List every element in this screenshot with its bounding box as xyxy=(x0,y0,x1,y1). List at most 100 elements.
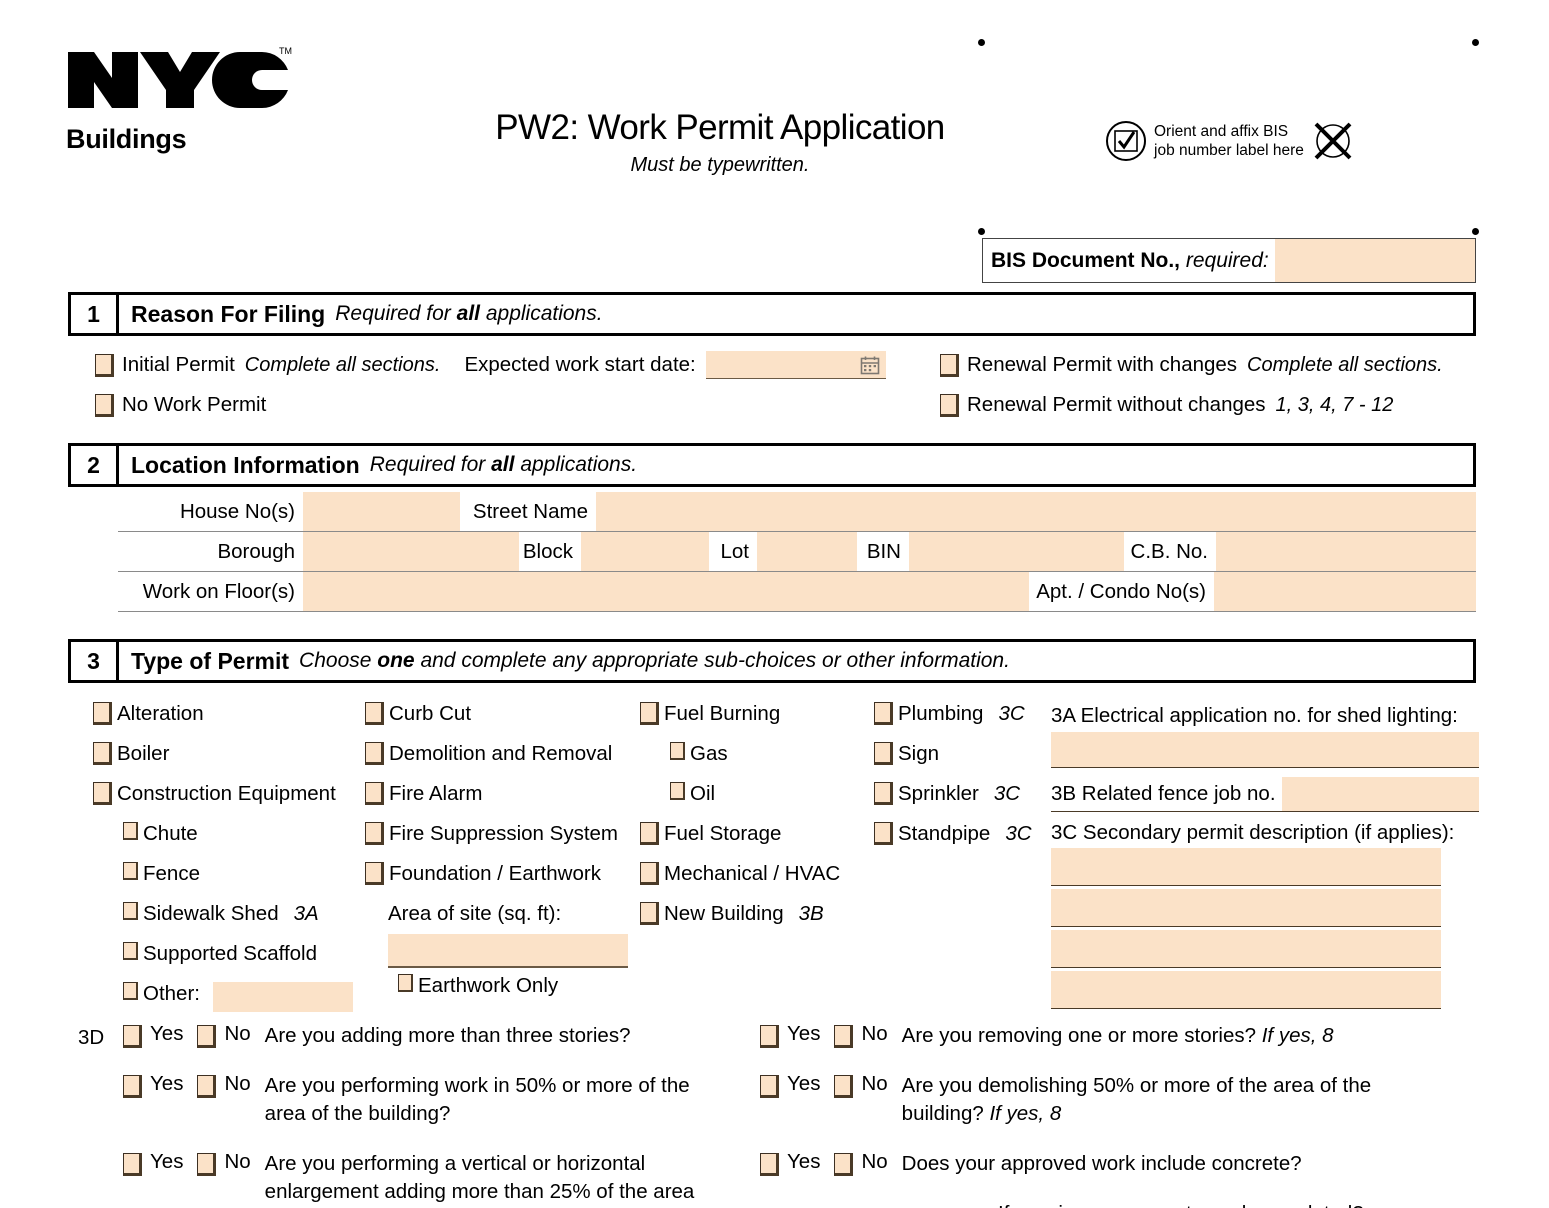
input-area-of-site[interactable] xyxy=(388,934,628,968)
area-of-site-block: Area of site (sq. ft): Earthwork Only xyxy=(388,896,628,1014)
label-curb-cut: Curb Cut xyxy=(389,702,472,725)
input-block[interactable] xyxy=(581,532,709,571)
checkbox-no-left-2[interactable] xyxy=(197,1075,217,1098)
checkbox-initial-permit[interactable] xyxy=(95,353,114,377)
code-sprinkler: 3C xyxy=(993,782,1021,805)
answer-yes-left-1: Yes xyxy=(123,1022,183,1048)
checkbox-yes-left-3[interactable] xyxy=(123,1153,142,1176)
input-3c-line-1[interactable] xyxy=(1051,848,1441,886)
input-3c-line-4[interactable] xyxy=(1051,971,1441,1009)
checkbox-yes-left-1[interactable] xyxy=(123,1025,142,1048)
input-3c-line-2[interactable] xyxy=(1051,889,1441,927)
input-3a-electrical-application-no[interactable] xyxy=(1051,732,1479,768)
checkbox-sidewalk-shed[interactable] xyxy=(123,902,138,920)
label-chute: Chute xyxy=(143,822,198,845)
input-cb-no[interactable] xyxy=(1216,532,1476,571)
checkbox-earthwork-only[interactable] xyxy=(398,974,413,992)
checkbox-standpipe[interactable] xyxy=(874,822,893,845)
input-work-on-floors[interactable] xyxy=(303,572,1029,611)
checkbox-sprinkler[interactable] xyxy=(874,782,893,805)
permit-column-4: Plumbing 3C Sign Sprinkler 3C Standpipe 3C xyxy=(874,702,1032,862)
section-3-title-row: Type of Permit Choose one and complete a… xyxy=(119,642,1010,680)
label-yes: Yes xyxy=(150,1150,184,1173)
code-sidewalk-shed: 3A xyxy=(293,902,319,925)
checkbox-foundation-earthwork[interactable] xyxy=(365,862,384,885)
input-borough[interactable] xyxy=(303,532,519,571)
label-work-on-floors: Work on Floor(s) xyxy=(142,579,295,603)
question-note: If yes, 8 xyxy=(1256,1024,1334,1047)
label-sprinkler: Sprinkler xyxy=(898,782,979,805)
checkbox-supported-scaffold[interactable] xyxy=(123,942,138,960)
no-work-permit-row: No Work Permit xyxy=(95,385,886,425)
answer-no-left-2: No xyxy=(197,1072,251,1098)
checkbox-demolition-and-removal[interactable] xyxy=(365,742,384,765)
input-apt-condo-no[interactable] xyxy=(1214,572,1476,611)
input-permit-other[interactable] xyxy=(212,982,353,1012)
section-1-number: 1 xyxy=(71,295,119,333)
label-no: No xyxy=(224,1022,251,1045)
checkbox-renewal-without-changes[interactable] xyxy=(940,393,959,417)
label-supported-scaffold: Supported Scaffold xyxy=(143,942,317,965)
question-note: If yes, 8 xyxy=(983,1102,1062,1125)
question-row-right-2: Yes No Are you demolishing 50% or more of … xyxy=(760,1072,1520,1128)
input-bin[interactable] xyxy=(909,532,1124,571)
permit-option-fence: Fence xyxy=(93,862,353,902)
bis-document-no-input[interactable] xyxy=(1274,239,1475,282)
checkbox-chute[interactable] xyxy=(123,822,138,840)
checkbox-new-building[interactable] xyxy=(640,902,659,925)
checkbox-yes-right-1[interactable] xyxy=(760,1025,779,1048)
input-house-no[interactable] xyxy=(303,492,460,531)
input-expected-start-date[interactable] xyxy=(705,351,886,380)
checkbox-fuel-storage[interactable] xyxy=(640,822,659,845)
checkbox-no-work-permit[interactable] xyxy=(95,393,114,417)
label-lot: Lot xyxy=(720,539,750,563)
label-alteration: Alteration xyxy=(117,702,204,725)
question-row-left-2: Yes No Are you performing work in 50% or m… xyxy=(123,1072,738,1128)
checkbox-no-left-3[interactable] xyxy=(197,1153,217,1176)
label-new-building: New Building xyxy=(664,902,784,925)
question-row-right-1: Yes No Are you removing one or more storie… xyxy=(760,1022,1520,1050)
input-3c-line-3[interactable] xyxy=(1051,930,1441,968)
permit-option-plumbing: Plumbing 3C xyxy=(874,702,1032,742)
concrete-followup-text: If yes, is your concrete work completed? xyxy=(950,1200,1520,1208)
input-3b-related-fence-job-no[interactable] xyxy=(1281,777,1479,811)
note-renewal-with-changes: Complete all sections. xyxy=(1247,353,1443,376)
checkbox-boiler[interactable] xyxy=(93,742,112,765)
question-text-right-3: Does your approved work include concrete… xyxy=(901,1152,1302,1175)
input-street-name[interactable] xyxy=(596,492,1476,531)
questions-right-group: Yes No Are you removing one or more storie… xyxy=(760,1022,1520,1208)
checkbox-fire-suppression-system[interactable] xyxy=(365,822,384,845)
checkbox-mechanical-hvac[interactable] xyxy=(640,862,659,885)
checkbox-no-right-2[interactable] xyxy=(834,1075,854,1098)
questions-left-group: 3D Yes No Are you adding more than three s… xyxy=(78,1022,738,1208)
code-standpipe: 3C xyxy=(1005,822,1032,845)
input-lot[interactable] xyxy=(757,532,857,571)
checkbox-renewal-with-changes[interactable] xyxy=(940,353,959,377)
checkbox-fire-alarm[interactable] xyxy=(365,782,384,805)
checkbox-no-left-1[interactable] xyxy=(197,1025,217,1048)
checkbox-oil[interactable] xyxy=(670,782,685,800)
label-borough: Borough xyxy=(217,539,295,563)
checkbox-fuel-burning[interactable] xyxy=(640,702,659,725)
checkbox-plumbing[interactable] xyxy=(874,702,893,725)
label-other: Other: xyxy=(143,982,200,1005)
initial-permit-row: Initial Permit Complete all sections. Ex… xyxy=(95,345,886,385)
checkbox-yes-right-2[interactable] xyxy=(760,1075,779,1098)
calendar-icon[interactable] xyxy=(860,355,880,380)
checkbox-sign[interactable] xyxy=(874,742,893,765)
question-row-right-3: Yes No Does your approved work include con… xyxy=(760,1150,1520,1178)
checkbox-no-right-3[interactable] xyxy=(834,1153,854,1176)
label-no: No xyxy=(861,1022,888,1045)
checkbox-yes-right-3[interactable] xyxy=(760,1153,779,1176)
checkbox-curb-cut[interactable] xyxy=(365,702,384,725)
checkbox-other[interactable] xyxy=(123,982,138,1000)
checkbox-alteration[interactable] xyxy=(93,702,112,725)
label-no-work-permit: No Work Permit xyxy=(122,393,267,416)
checkbox-construction-equipment[interactable] xyxy=(93,782,112,805)
checkbox-no-right-1[interactable] xyxy=(834,1025,854,1048)
checkbox-fence[interactable] xyxy=(123,862,138,880)
checkbox-gas[interactable] xyxy=(670,742,685,760)
answer-no-right-1: No xyxy=(834,1022,888,1048)
label-cb-no: C.B. No. xyxy=(1130,539,1208,563)
checkbox-yes-left-2[interactable] xyxy=(123,1075,142,1098)
